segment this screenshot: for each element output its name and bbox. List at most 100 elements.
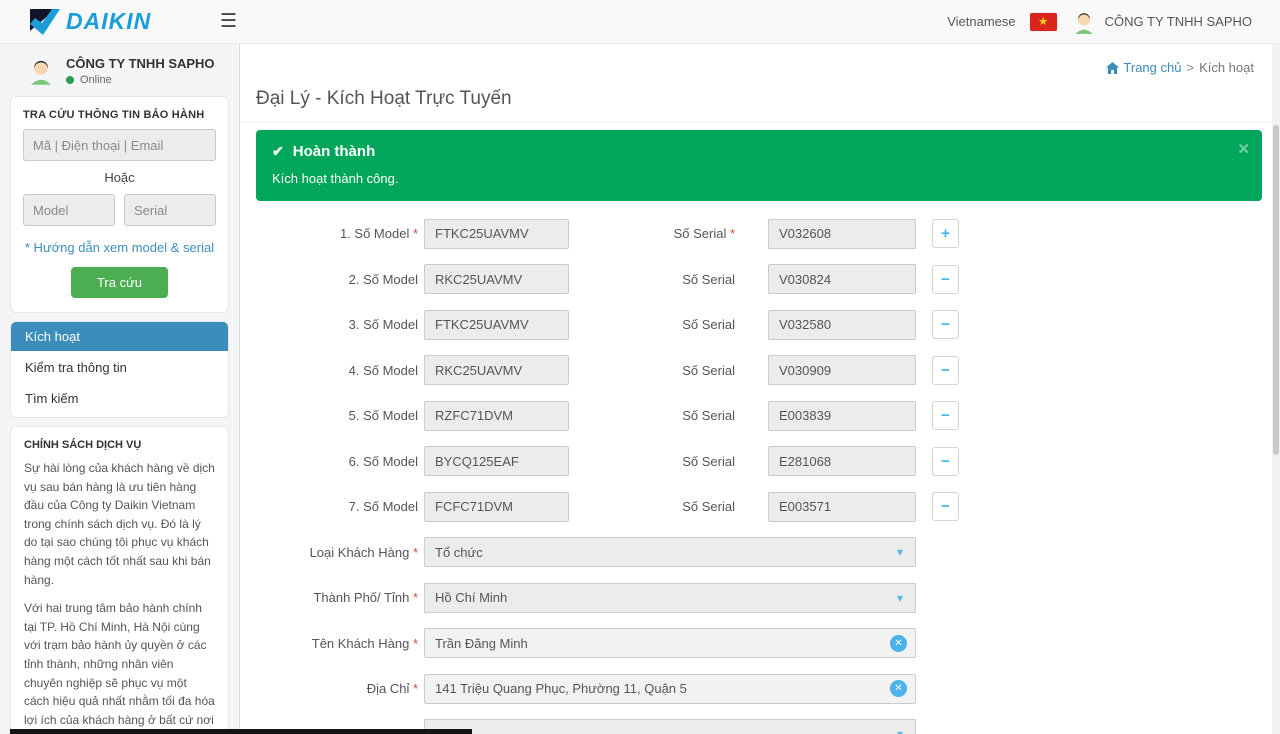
sidebar-item-kiem-tra-thong-tin[interactable]: Kiểm tra thông tin <box>11 353 228 382</box>
model-input[interactable] <box>424 264 569 294</box>
model-serial-row: 5. Số Model Số Serial − <box>256 393 1262 439</box>
serial-input[interactable] <box>768 492 916 522</box>
customer-type-select[interactable]: Tổ chức ▾ <box>424 537 916 567</box>
sidebar-item-kich-hoat[interactable]: Kích hoạt <box>11 322 228 351</box>
model-input[interactable] <box>424 355 569 385</box>
clear-icon[interactable]: ✕ <box>890 635 907 652</box>
model-serial-row: 2. Số Model Số Serial − <box>256 257 1262 303</box>
serial-input[interactable] <box>768 446 916 476</box>
serial-label: Số Serial <box>575 499 735 514</box>
model-serial-guide-link[interactable]: * Hướng dẫn xem model & serial <box>23 240 216 255</box>
model-label: 7. Số Model <box>256 499 418 514</box>
required-asterisk: * <box>409 636 418 651</box>
address-value: 141 Triệu Quang Phục, Phường 11, Quận 5 <box>435 681 687 696</box>
alert-message: Kích hoạt thành công. <box>272 171 1246 186</box>
chevron-down-icon: ▾ <box>897 545 903 559</box>
model-label: 1. Số Model <box>340 226 409 241</box>
remove-row-button[interactable]: − <box>932 356 959 385</box>
model-input[interactable] <box>424 219 569 249</box>
scrollbar-thumb[interactable] <box>1273 125 1279 455</box>
close-icon[interactable]: ✕ <box>1237 140 1250 158</box>
lookup-model-input[interactable] <box>23 194 115 226</box>
serial-input[interactable] <box>768 219 916 249</box>
main-content: Trang chủ > Kích hoạt Đại Lý - Kích Hoạt… <box>240 44 1272 734</box>
chevron-down-icon: ▾ <box>897 727 903 734</box>
alert-title: Hoàn thành <box>293 143 376 160</box>
breadcrumb-separator: > <box>1186 60 1194 75</box>
partial-next-select[interactable]: ▾ <box>424 719 916 734</box>
required-asterisk: * <box>409 545 418 560</box>
customer-name-label: Tên Khách Hàng <box>312 636 410 651</box>
check-icon: ✔ <box>272 143 284 160</box>
language-label[interactable]: Vietnamese <box>947 14 1015 29</box>
serial-input[interactable] <box>768 355 916 385</box>
city-label: Thành Phố/ Tỉnh <box>313 590 409 605</box>
add-row-button[interactable]: + <box>932 219 959 248</box>
model-label: 5. Số Model <box>256 408 418 423</box>
city-select[interactable]: Hồ Chí Minh ▾ <box>424 583 916 613</box>
bottom-partial-element <box>10 729 472 734</box>
vertical-scrollbar[interactable] <box>1272 44 1280 734</box>
vietnam-flag-icon[interactable]: ★ <box>1030 13 1057 31</box>
model-label: 6. Số Model <box>256 454 418 469</box>
lookup-submit-button[interactable]: Tra cứu <box>71 267 168 298</box>
model-serial-row: 7. Số Model Số Serial − <box>256 484 1262 530</box>
customer-name-input[interactable]: Trần Đăng Minh ✕ <box>424 628 916 658</box>
service-policy-title: CHÍNH SÁCH DỊCH VỤ <box>24 439 215 451</box>
required-asterisk: * <box>726 226 735 241</box>
remove-row-button[interactable]: − <box>932 265 959 294</box>
model-serial-row: 3. Số Model Số Serial − <box>256 302 1262 348</box>
success-alert: ✔ Hoàn thành Kích hoạt thành công. ✕ <box>256 130 1262 201</box>
clear-icon[interactable]: ✕ <box>890 680 907 697</box>
activation-form: 1. Số Model * Số Serial * + 2. Số Model … <box>256 211 1262 734</box>
remove-row-button[interactable]: − <box>932 492 959 521</box>
model-input[interactable] <box>424 401 569 431</box>
lookup-code-input[interactable] <box>23 129 216 161</box>
model-input[interactable] <box>424 446 569 476</box>
model-serial-row: 1. Số Model * Số Serial * + <box>256 211 1262 257</box>
model-label: 4. Số Model <box>256 363 418 378</box>
city-row: Thành Phố/ Tỉnh * Hồ Chí Minh ▾ <box>256 575 1262 621</box>
serial-input[interactable] <box>768 264 916 294</box>
breadcrumb-current: Kích hoạt <box>1199 60 1254 75</box>
avatar-icon <box>26 56 56 86</box>
lookup-serial-input[interactable] <box>124 194 216 226</box>
hamburger-menu-icon[interactable]: ☰ <box>220 12 237 31</box>
breadcrumb: Trang chủ > Kích hoạt <box>1106 60 1254 75</box>
serial-label: Số Serial <box>575 363 735 378</box>
address-input[interactable]: 141 Triệu Quang Phục, Phường 11, Quận 5 … <box>424 674 916 704</box>
required-asterisk: * <box>409 590 418 605</box>
model-label: 2. Số Model <box>256 272 418 287</box>
serial-label: Số Serial <box>575 454 735 469</box>
serial-label: Số Serial <box>575 272 735 287</box>
avatar-icon <box>1071 9 1097 35</box>
serial-label: Số Serial <box>674 226 727 241</box>
model-input[interactable] <box>424 310 569 340</box>
daikin-logo-mark <box>30 9 60 35</box>
model-input[interactable] <box>424 492 569 522</box>
header-account-name: CÔNG TY TNHH SAPHO <box>1105 14 1252 29</box>
remove-row-button[interactable]: − <box>932 310 959 339</box>
customer-type-value: Tổ chức <box>435 545 483 560</box>
serial-input[interactable] <box>768 310 916 340</box>
warranty-lookup-panel: TRA CỨU THÔNG TIN BẢO HÀNH Hoặc * Hướng … <box>10 96 229 313</box>
customer-type-row: Loại Khách Hàng * Tổ chức ▾ <box>256 530 1262 576</box>
address-label: Địa Chỉ <box>367 681 410 696</box>
address-row: Địa Chỉ * 141 Triệu Quang Phục, Phường 1… <box>256 666 1262 712</box>
remove-row-button[interactable]: − <box>932 401 959 430</box>
serial-label: Số Serial <box>575 408 735 423</box>
sidebar-item-tim-kiem[interactable]: Tìm kiếm <box>11 384 228 413</box>
daikin-logo[interactable]: DAIKIN <box>30 8 190 35</box>
serial-input[interactable] <box>768 401 916 431</box>
header-account[interactable]: CÔNG TY TNHH SAPHO <box>1071 9 1252 35</box>
breadcrumb-home-link[interactable]: Trang chủ <box>1106 60 1181 75</box>
model-label: 3. Số Model <box>256 317 418 332</box>
serial-label: Số Serial <box>575 317 735 332</box>
online-status-label: Online <box>80 74 112 86</box>
service-policy-paragraph: Với hai trung tâm bảo hành chính tại TP.… <box>24 599 215 734</box>
title-divider <box>240 122 1272 123</box>
remove-row-button[interactable]: − <box>932 447 959 476</box>
or-label: Hoặc <box>23 170 216 185</box>
required-asterisk: * <box>409 226 418 241</box>
warranty-lookup-title: TRA CỨU THÔNG TIN BẢO HÀNH <box>23 109 216 121</box>
